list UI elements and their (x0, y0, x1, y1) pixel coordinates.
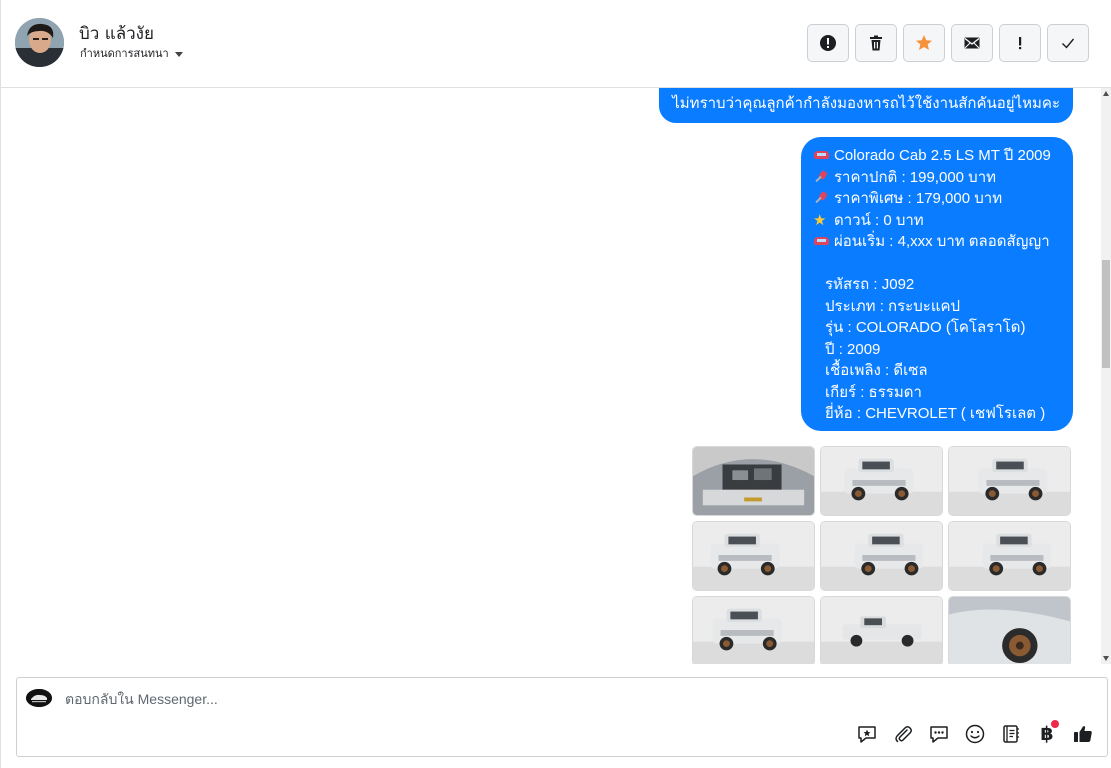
pin-emoji-icon (813, 191, 830, 206)
listing-message-bubble[interactable]: Colorado Cab 2.5 LS MT ปี 2009 ราคาปกติ :… (801, 137, 1073, 431)
contact-name[interactable]: บิว แล้วงัย (79, 20, 154, 47)
listing-line-text: ดาวน์ : 0 บาท (834, 211, 924, 229)
spec-line: ยี่ห้อ : CHEVROLET ( เชฟโรเลต ) (825, 405, 1046, 422)
spec-line: เชื้อเพลิง : ดีเซล (825, 362, 928, 379)
like-button[interactable] (1069, 720, 1097, 748)
caret-down-icon (174, 51, 183, 57)
like-icon (1074, 726, 1092, 742)
payment-button[interactable]: ฿ (1033, 720, 1061, 748)
engine-photo[interactable] (692, 446, 815, 516)
important-button[interactable] (999, 24, 1041, 62)
message-bubble[interactable]: ไม่ทราบว่าคุณลูกค้ากำลังมองหารถไว้ใช้งาน… (659, 88, 1073, 123)
scroll-down-arrow-icon[interactable] (1103, 656, 1109, 661)
spec-line: รุ่น : COLORADO (โคโลราโด) (825, 319, 1026, 336)
listing-line-text: ผ่อนเริ่ม : 4,xxx บาท ตลอดสัญญา (834, 233, 1050, 250)
rear-left-photo[interactable] (820, 521, 943, 591)
listing-line-text: Colorado Cab 2.5 LS MT ปี 2009 (834, 147, 1051, 164)
exclamation-icon (1019, 37, 1022, 50)
contact-avatar[interactable] (15, 18, 64, 67)
car-emoji-icon (813, 148, 830, 163)
email-button[interactable] (951, 24, 993, 62)
reply-composer: ฿ (16, 677, 1108, 757)
header-actions (807, 24, 1089, 62)
spec-line: รหัสรถ : J092 (825, 276, 915, 293)
side-profile-photo[interactable] (820, 596, 943, 664)
check-icon (1062, 38, 1075, 49)
wheel-closeup-photo[interactable] (948, 596, 1071, 664)
emoji-button[interactable] (961, 720, 989, 748)
notification-dot (1051, 720, 1059, 728)
front-photo[interactable] (948, 446, 1071, 516)
message-scrollbar[interactable] (1101, 88, 1111, 664)
photo-grid (692, 446, 1072, 664)
reply-input[interactable] (65, 691, 825, 707)
done-button[interactable] (1047, 24, 1089, 62)
listing-line: Colorado Cab 2.5 LS MT ปี 2009 (813, 145, 1061, 167)
scroll-thumb[interactable] (1102, 260, 1110, 368)
rear-photo[interactable] (948, 521, 1071, 591)
front-left-photo[interactable] (820, 446, 943, 516)
spec-line: ปี : 2009 (825, 340, 881, 358)
side-front-photo[interactable] (692, 521, 815, 591)
exclamation-circle-icon (820, 35, 836, 51)
page-avatar (26, 689, 52, 707)
attachment-icon (895, 726, 912, 743)
star-button[interactable] (903, 24, 945, 62)
attach-button[interactable] (889, 720, 917, 748)
car-emoji-icon (813, 234, 830, 249)
assign-label: กำหนดการสนทนา (80, 47, 169, 60)
alert-button[interactable] (807, 24, 849, 62)
notes-icon (1003, 725, 1019, 743)
spec-line: เกียร์ : ธรรมดา (825, 383, 922, 401)
trash-icon (870, 35, 882, 51)
star-emoji-icon: ★ (813, 211, 827, 229)
star-icon (916, 35, 932, 50)
quick-replies-button[interactable] (925, 720, 953, 748)
rear-quarter-photo[interactable] (692, 596, 815, 664)
listing-line-text: ราคาปกติ : 199,000 บาท (834, 168, 997, 186)
listing-line: ราคาปกติ : 199,000 บาท (813, 167, 1061, 189)
saved-reply-icon (858, 726, 876, 743)
scroll-up-arrow-icon[interactable] (1103, 91, 1109, 96)
message-list[interactable]: ไม่ทราบว่าคุณลูกค้ากำลังมองหารถไว้ใช้งาน… (1, 88, 1111, 664)
pin-emoji-icon (813, 170, 830, 185)
chat-bubbles-icon (930, 726, 948, 743)
messenger-inbox: บิว แล้วงัย กำหนดการสนทนา ไม่ทราบว่าคุณล… (0, 0, 1111, 768)
assign-conversation-dropdown[interactable]: กำหนดการสนทนา (80, 44, 183, 62)
composer-tools: ฿ (853, 720, 1097, 748)
listing-line: ★ ดาวน์ : 0 บาท (813, 210, 1061, 232)
emoji-icon (965, 724, 985, 744)
envelope-icon (964, 37, 980, 49)
listing-line: ผ่อนเริ่ม : 4,xxx บาท ตลอดสัญญา (813, 231, 1061, 253)
saved-reply-button[interactable] (853, 720, 881, 748)
delete-button[interactable] (855, 24, 897, 62)
notes-button[interactable] (997, 720, 1025, 748)
listing-line-text: ราคาพิเศษ : 179,000 บาท (834, 190, 1003, 207)
conversation-header: บิว แล้วงัย กำหนดการสนทนา (1, 0, 1111, 88)
listing-line: ราคาพิเศษ : 179,000 บาท (813, 188, 1061, 210)
spec-line: ประเภท : กระบะแคป (825, 297, 961, 315)
